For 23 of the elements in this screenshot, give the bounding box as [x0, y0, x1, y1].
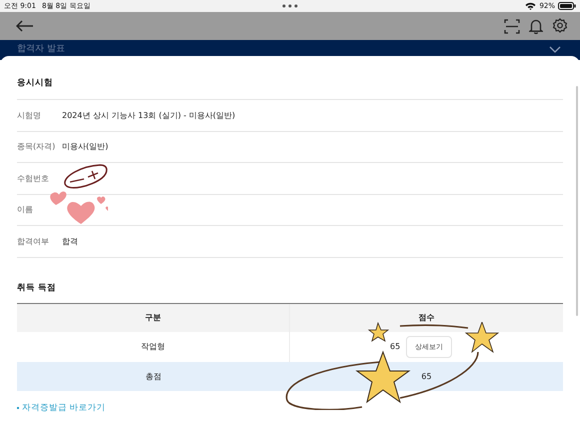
- table-cell: 65: [390, 342, 400, 351]
- field-label: 합격여부: [17, 236, 50, 247]
- field-value: 미용사(일반): [62, 141, 108, 152]
- banner-title: 합격자 발표: [17, 43, 65, 55]
- battery-icon: [558, 2, 576, 10]
- field-label: 이름: [17, 204, 34, 216]
- field-label: 수험번호: [17, 172, 50, 184]
- field-value: 2024년 상시 기능사 13회 (실기) - 미용사(일반): [62, 110, 236, 121]
- table-cell-text: 총점: [144, 370, 162, 382]
- field-label: 종목(자격): [17, 141, 56, 152]
- multitask-icon[interactable]: [282, 4, 298, 8]
- notification-bell-icon[interactable]: [529, 18, 543, 34]
- wifi-icon: [525, 2, 536, 10]
- scan-icon[interactable]: [504, 18, 520, 34]
- settings-icon[interactable]: [552, 18, 568, 34]
- field-value: 합격: [62, 236, 78, 247]
- section-title: 취득 득점: [17, 282, 57, 294]
- section-title: 응시시험: [17, 77, 54, 90]
- column-header: 점수: [418, 312, 436, 324]
- table-cell: 65: [421, 372, 432, 380]
- back-arrow-icon[interactable]: [16, 20, 34, 32]
- close-icon[interactable]: [549, 46, 561, 54]
- field-label: 시험명: [17, 110, 42, 121]
